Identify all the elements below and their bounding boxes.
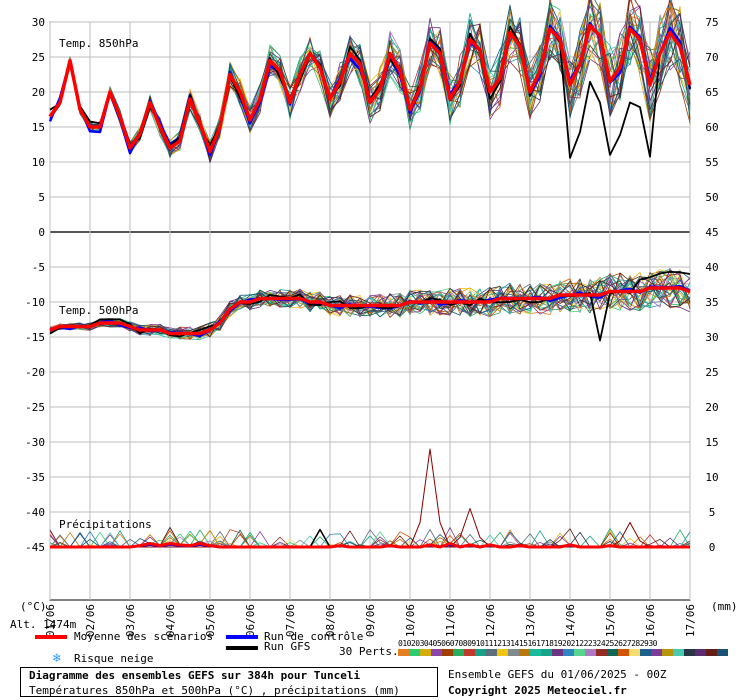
left-tick-label: 20 (32, 86, 45, 99)
left-tick-label: 10 (32, 156, 45, 169)
pert-swatch (629, 649, 640, 656)
pert-swatch (508, 649, 519, 656)
pert-swatch (673, 649, 684, 656)
date-tick-label: 09/06 (364, 604, 377, 637)
snow-flake-icon: ❄ (53, 651, 61, 666)
right-tick-label: 25 (705, 366, 718, 379)
right-tick-label: 55 (705, 156, 718, 169)
left-tick-label: -30 (25, 436, 45, 449)
pert-swatch (585, 649, 596, 656)
pert-swatch (695, 649, 706, 656)
pert-swatch (662, 649, 673, 656)
pert-swatch (706, 649, 717, 656)
legend-perts-label: 30 Perts. (339, 645, 399, 658)
label-temp-500: Temp. 500hPa (59, 304, 139, 317)
pert-swatch (398, 649, 409, 656)
chart-title: Diagramme des ensembles GEFS sur 384h po… (29, 669, 361, 682)
right-unit: (mm) (711, 600, 738, 613)
date-tick-label: 16/06 (644, 604, 657, 637)
legend-mean-label: Moyenne des scénarios (74, 630, 214, 643)
legend-gfs-label: Run GFS (264, 640, 311, 653)
label-precipitations: Précipitations (59, 518, 152, 531)
left-tick-label: 30 (32, 16, 45, 29)
legend-mean-swatch (35, 635, 67, 639)
right-tick-label: 15 (705, 436, 718, 449)
pert-swatch (596, 649, 607, 656)
pert-swatch (519, 649, 530, 656)
left-tick-label: -45 (25, 541, 45, 554)
pert-swatch (552, 649, 563, 656)
right-tick-label: 35 (705, 296, 718, 309)
right-tick-label: 10 (705, 471, 718, 484)
date-tick-label: 15/06 (604, 604, 617, 637)
pert-swatch (486, 649, 497, 656)
pert-swatch (420, 649, 431, 656)
right-tick-label: 20 (705, 401, 718, 414)
pert-swatch (541, 649, 552, 656)
right-tick-label: 75 (705, 16, 718, 29)
pert-swatch (530, 649, 541, 656)
pert-swatch (574, 649, 585, 656)
title-box: Diagramme des ensembles GEFS sur 384h po… (20, 667, 438, 697)
chart-subtitle: Températures 850hPa et 500hPa (°C) , pré… (29, 684, 400, 697)
pert-swatch (651, 649, 662, 656)
left-tick-label: 15 (32, 121, 45, 134)
left-tick-label: -40 (25, 506, 45, 519)
run-info: Ensemble GEFS du 01/06/2025 - 00Z (448, 668, 667, 681)
pert-swatch (684, 649, 695, 656)
date-tick-label: 06/06 (244, 604, 257, 637)
right-tick-label: 65 (705, 86, 718, 99)
pert-swatch (607, 649, 618, 656)
left-tick-label: -5 (32, 261, 45, 274)
left-tick-label: 0 (38, 226, 45, 239)
pert-swatch (431, 649, 442, 656)
pert-numbers: 0102030405060708091011121314151617181920… (398, 639, 657, 648)
right-tick-label: 0 (709, 541, 716, 554)
left-unit: (°C) (20, 600, 47, 613)
left-tick-label: 25 (32, 51, 45, 64)
right-tick-label: 30 (705, 331, 718, 344)
left-tick-label: -15 (25, 331, 45, 344)
legend-control-swatch (226, 635, 258, 639)
left-tick-label: -20 (25, 366, 45, 379)
date-tick-label: 13/06 (524, 604, 537, 637)
label-temp-850: Temp. 850hPa (59, 37, 139, 50)
pert-swatch (717, 649, 728, 656)
date-tick-label: 12/06 (484, 604, 497, 637)
left-tick-label: -25 (25, 401, 45, 414)
right-tick-label: 45 (705, 226, 718, 239)
pert-swatch (563, 649, 574, 656)
legend-gfs-swatch (226, 646, 258, 650)
pert-swatch (442, 649, 453, 656)
date-tick-label: 14/06 (564, 604, 577, 637)
pert-swatch (497, 649, 508, 656)
pert-swatch (409, 649, 420, 656)
copyright: Copyright 2025 Meteociel.fr (448, 684, 627, 697)
pert-swatch (464, 649, 475, 656)
pert-swatch (618, 649, 629, 656)
right-tick-label: 50 (705, 191, 718, 204)
right-tick-label: 5 (709, 506, 716, 519)
pert-swatches (398, 649, 728, 657)
date-tick-label: 17/06 (684, 604, 697, 637)
left-tick-label: -35 (25, 471, 45, 484)
left-tick-label: -10 (25, 296, 45, 309)
left-tick-label: 5 (38, 191, 45, 204)
right-tick-label: 70 (705, 51, 718, 64)
right-tick-label: 60 (705, 121, 718, 134)
date-tick-label: 10/06 (404, 604, 417, 637)
pert-swatch (475, 649, 486, 656)
legend-snow-label: Risque neige (74, 652, 154, 665)
date-tick-label: 11/06 (444, 604, 457, 637)
pert-swatch (453, 649, 464, 656)
pert-swatch (640, 649, 651, 656)
altitude-label: Alt. 1474m (10, 618, 77, 631)
right-tick-label: 40 (705, 261, 718, 274)
ensemble-chart: 30 7525 7020 6515 6010 555 500 45-5 40-10 35-15 30… (25, 0, 719, 637)
